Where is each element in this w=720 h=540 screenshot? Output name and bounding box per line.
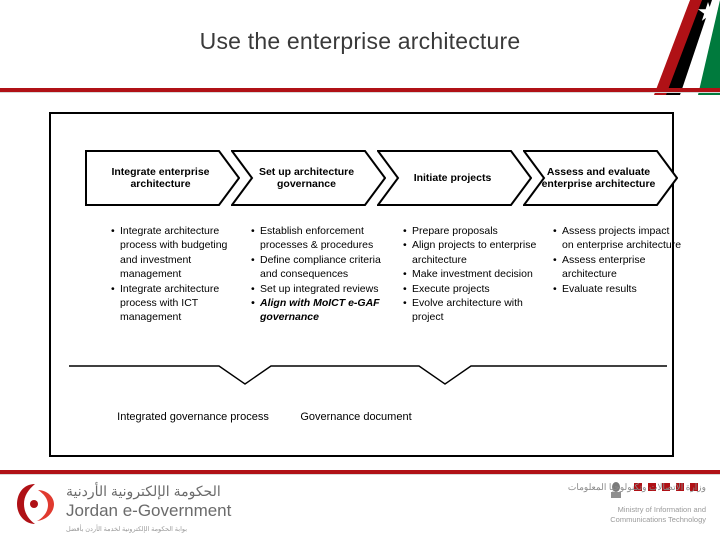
page-title: Use the enterprise architecture <box>199 28 521 54</box>
list-item: • Evaluate results <box>553 282 683 296</box>
chevron-4[interactable]: Assess and evaluate enterprise architect… <box>523 150 678 206</box>
bullet-dot-icon: • <box>553 253 557 266</box>
bullet-dot-icon: • <box>403 297 407 310</box>
list-item: • Align projects to enterprise architectu… <box>403 238 543 267</box>
bullet-text: Align with MoICT e-GAF governance <box>260 297 380 324</box>
process-chevron-row: Integrate enterprise architecture Set up… <box>85 150 678 206</box>
list-item: • Establish enforcement processes & proce… <box>251 224 401 253</box>
output-1: Integrated governance process <box>117 411 269 423</box>
bullet-dot-icon: • <box>403 239 407 252</box>
bullet-dot-icon: • <box>403 225 407 237</box>
column-integrate: • Integrate architecture process with bud… <box>111 224 241 325</box>
footer-ministry-english-line1: Ministry of Information and <box>617 505 706 514</box>
bullet-dot-icon: • <box>111 282 115 295</box>
bullet-list-3: • Prepare proposals • Align projects to en… <box>403 224 543 325</box>
column-assess: • Assess projects impact on enterprise ar… <box>553 224 683 296</box>
bullet-dot-icon: • <box>403 282 407 295</box>
chevron-4-label: Assess and evaluate enterprise architect… <box>541 165 656 191</box>
bullet-dot-icon: • <box>251 253 255 266</box>
diagram-frame: Integrate enterprise architecture Set up… <box>49 112 681 457</box>
chevron-3[interactable]: Initiate projects <box>377 150 532 206</box>
list-item: • Assess enterprise architecture <box>553 253 683 282</box>
zigzag-divider <box>69 364 669 388</box>
bullet-text: Assess projects impact on enterprise arc… <box>562 225 682 252</box>
chevron-1[interactable]: Integrate enterprise architecture <box>85 150 240 206</box>
list-item: • Assess projects impact on enterprise ar… <box>553 224 683 253</box>
footer-ministry-english: Ministry of Information and Communicatio… <box>610 505 706 525</box>
list-item: • Execute projects <box>403 282 543 296</box>
bullet-dot-icon: • <box>251 297 255 310</box>
column-governance: • Establish enforcement processes & proce… <box>251 224 401 325</box>
bullet-text: Make investment decision <box>412 268 533 281</box>
chevron-1-label: Integrate enterprise architecture <box>111 165 210 191</box>
bullet-text: Evolve architecture with project <box>412 297 523 324</box>
bullet-list-1: • Integrate architecture process with bud… <box>111 224 241 325</box>
chevron-3-label: Initiate projects <box>413 171 492 184</box>
list-item: • Evolve architecture with project <box>403 296 543 325</box>
bullet-dot-icon: • <box>553 282 557 295</box>
bullet-text: Evaluate results <box>562 282 637 295</box>
list-item: • Make investment decision <box>403 267 543 281</box>
bullet-text: Establish enforcement processes & proced… <box>260 225 374 252</box>
bullet-list-2: • Establish enforcement processes & proce… <box>251 224 401 325</box>
jordan-egov-logo-icon <box>14 481 56 527</box>
footer-arabic-title: الحكومة الإلكترونية الأردنية <box>66 483 221 499</box>
bullet-dot-icon: • <box>251 225 255 237</box>
list-item-highlight: • Align with MoICT e-GAF governance <box>251 296 401 325</box>
list-item: • Integrate architecture process with ICT… <box>111 282 241 325</box>
bullet-dot-icon: • <box>553 225 557 237</box>
bullet-text: Assess enterprise architecture <box>562 253 646 281</box>
footer-english-title: Jordan e-Government <box>66 501 232 520</box>
bullet-text: Align projects to enterprise architectur… <box>412 239 537 266</box>
list-item: • Define compliance criteria and conseque… <box>251 253 401 282</box>
bullet-dot-icon: • <box>111 225 115 237</box>
bullet-dot-icon: • <box>251 282 255 295</box>
bullet-text: Set up integrated reviews <box>260 282 379 295</box>
bullet-columns: • Integrate architecture process with bud… <box>81 224 681 349</box>
header-divider-gray <box>0 92 720 93</box>
chevron-2-label: Set up architecture governance <box>258 165 355 191</box>
list-item: • Prepare proposals <box>403 224 543 238</box>
bullet-dot-icon: • <box>403 268 407 281</box>
bullet-text: Integrate architecture process with budg… <box>120 225 228 281</box>
bullet-text: Integrate architecture process with ICT … <box>120 282 220 324</box>
list-item: • Set up integrated reviews <box>251 282 401 296</box>
chevron-2[interactable]: Set up architecture governance <box>231 150 386 206</box>
bullet-list-4: • Assess projects impact on enterprise ar… <box>553 224 683 296</box>
footer-arabic-subtitle: بوابة الحكومة الإلكترونية لخدمة الأردن ب… <box>66 526 188 533</box>
footer-ministry-arabic: وزارة الاتصالات وتكنولوجيا المعلومات <box>567 482 706 492</box>
footer-ministry-english-line2: Communications Technology <box>610 515 706 524</box>
list-item: • Integrate architecture process with bud… <box>111 224 241 282</box>
bullet-text: Execute projects <box>412 282 490 295</box>
footer: الحكومة الإلكترونية الأردنية Jordan e-Go… <box>0 475 720 540</box>
column-projects: • Prepare proposals • Align projects to en… <box>403 224 543 325</box>
bullet-text: Define compliance criteria and consequen… <box>260 253 381 281</box>
bullet-text: Prepare proposals <box>412 225 498 237</box>
output-2: Governance document <box>300 411 412 423</box>
